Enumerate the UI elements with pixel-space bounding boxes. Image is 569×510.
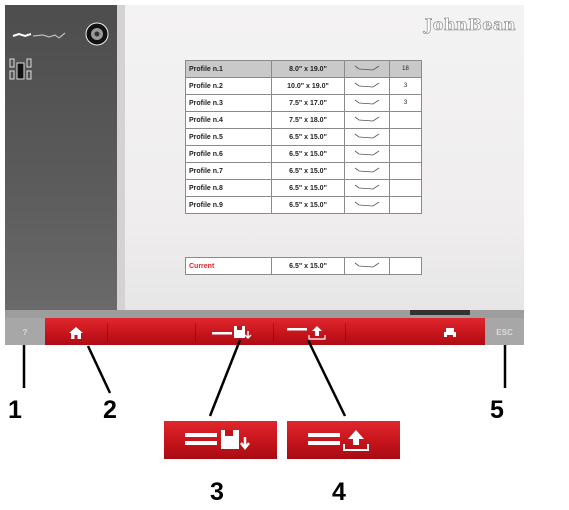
load-profile-icon [307,430,369,451]
profile-name: Profile n.5 [185,128,272,146]
profile-size: 7.5" x 18.0" [271,111,345,129]
left-status-panel [5,5,117,310]
profile-shape-icon [344,94,390,112]
profile-size: 6.5" x 15.0" [271,196,345,214]
profile-size: 10.0" x 19.0" [271,77,345,95]
profile-row[interactable]: Profile n.6 6.5" x 15.0" [185,145,422,163]
toolbar-red-bar [45,318,485,345]
profile-name: Profile n.8 [185,179,272,197]
profile-size: 7.5" x 17.0" [271,94,345,112]
callout-5: 5 [490,396,504,424]
profile-size: 6.5" x 15.0" [271,128,345,146]
profile-shape-icon [344,77,390,95]
profiles-table: Profile n.1 8.0" x 19.0" 18 Profile n.2 10.0… [185,60,422,214]
printer-icon [444,327,456,338]
profile-row[interactable]: Profile n.1 8.0" x 19.0" 18 [185,60,422,78]
home-button[interactable] [45,318,107,345]
profile-shape-icon [344,128,390,146]
profile-row[interactable]: Profile n.2 10.0" x 19.0" 3 [185,77,422,95]
profile-list-panel: JohnBean Profile n.1 8.0" x 19.0" 18 Profil… [125,5,524,310]
profile-extra [389,162,422,180]
profile-row[interactable]: Profile n.7 6.5" x 15.0" [185,162,422,180]
profile-name: Profile n.4 [185,111,272,129]
profile-extra [389,179,422,197]
profile-name: Profile n.6 [185,145,272,163]
callout-4: 4 [332,478,346,506]
profile-row[interactable]: Profile n.3 7.5" x 17.0" 3 [185,94,422,112]
load-profile-button-enlarged[interactable] [287,421,400,459]
profile-name: Profile n.9 [185,196,272,214]
current-profile-icon [344,257,390,275]
save-profile-icon [212,325,252,339]
profile-name: Profile n.3 [185,94,272,112]
profile-size: 6.5" x 15.0" [271,145,345,163]
save-profile-button-enlarged[interactable] [164,421,277,459]
load-profile-icon [287,325,326,340]
bottom-toolbar: ? ESC [5,318,524,345]
profile-name: Profile n.1 [185,60,272,78]
exit-button-label: ESC [496,328,513,337]
current-label: Current [185,257,272,275]
callout-2: 2 [103,396,117,424]
progress-indicator [410,310,470,315]
profile-name: Profile n.7 [185,162,272,180]
profile-row[interactable]: Profile n.5 6.5" x 15.0" [185,128,422,146]
profile-extra [389,196,422,214]
profile-shape-icon [344,196,390,214]
panel-divider [117,5,125,310]
profile-shape-icon [344,179,390,197]
profile-name: Profile n.2 [185,77,272,95]
profile-size: 6.5" x 15.0" [271,162,345,180]
profile-size: 6.5" x 15.0" [271,179,345,197]
current-size: 6.5" x 15.0" [271,257,345,275]
callout-3: 3 [210,478,224,506]
profile-row[interactable]: Profile n.8 6.5" x 15.0" [185,179,422,197]
profile-shape-icon [344,145,390,163]
callout-1: 1 [8,396,22,424]
profile-row[interactable]: Profile n.4 7.5" x 18.0" [185,111,422,129]
load-profile-button[interactable] [273,318,345,345]
save-profile-button[interactable] [195,318,273,345]
profile-shape-icon [344,60,390,78]
current-extra-cell [389,257,422,275]
home-icon [69,326,83,339]
profile-extra: 3 [389,94,422,112]
brand-logo: JohnBean [424,15,516,35]
machine-screen: JohnBean Profile n.1 8.0" x 19.0" 18 Profil… [5,5,524,345]
profile-extra [389,145,422,163]
profile-extra: 3 [389,77,422,95]
wheel-profile-icon [12,32,66,39]
help-button[interactable]: ? [5,318,45,345]
tyre-icon [85,22,109,46]
profile-extra: 18 [389,60,422,78]
profile-row[interactable]: Profile n.9 6.5" x 15.0" [185,196,422,214]
profile-shape-icon [344,111,390,129]
profile-extra [389,128,422,146]
profile-extra [389,111,422,129]
profile-size: 8.0" x 19.0" [271,60,345,78]
help-button-label: ? [22,328,28,337]
balancer-arms-icon [9,58,32,80]
save-profile-icon [184,430,250,451]
current-profile-row: Current 6.5" x 15.0" [185,257,422,275]
exit-button[interactable]: ESC [485,318,524,345]
print-button[interactable] [415,318,485,345]
profile-shape-icon [344,162,390,180]
